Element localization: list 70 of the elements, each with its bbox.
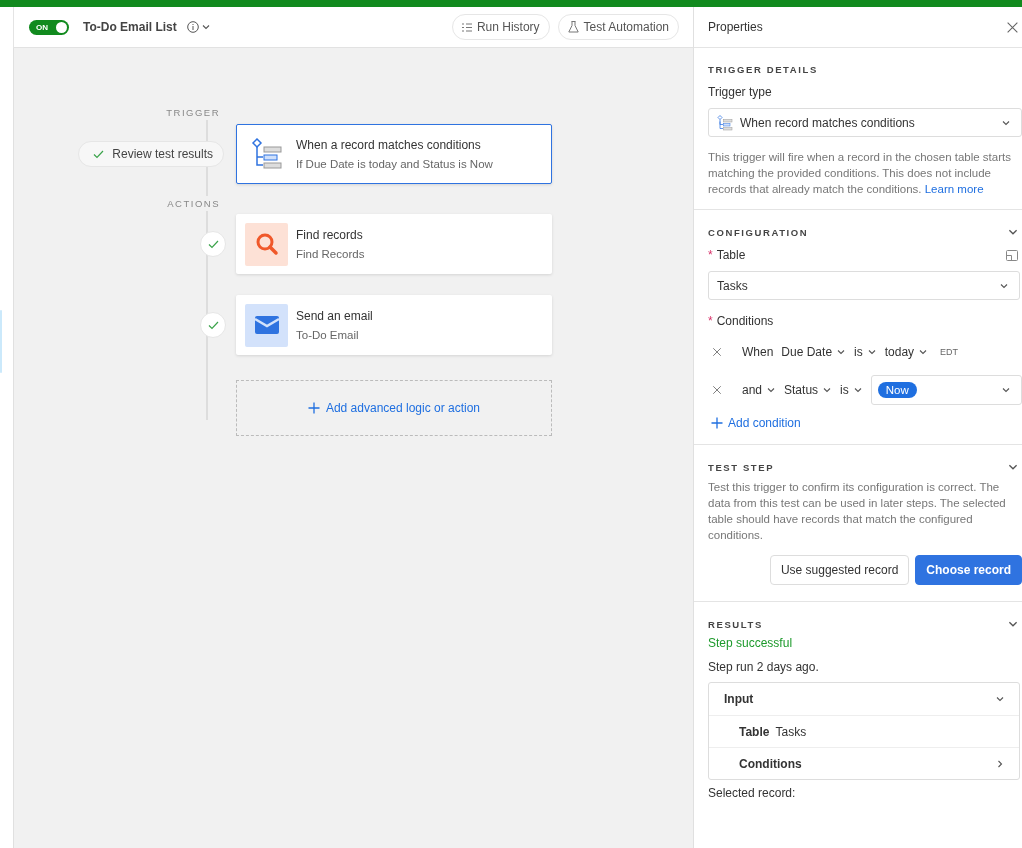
check-icon (207, 239, 219, 249)
envelope-icon (253, 315, 280, 335)
step-title: When a record matches conditions (296, 138, 482, 152)
close-button[interactable] (1006, 20, 1019, 34)
step-subtitle: To-Do Email (296, 329, 360, 341)
remove-condition-button[interactable] (712, 346, 722, 357)
step-title: Find records (296, 228, 364, 242)
step-subtitle: If Due Date is today and Status is Now (296, 158, 493, 170)
flask-icon (567, 21, 579, 33)
step-subtitle: Find Records (296, 248, 365, 260)
step-card[interactable]: Send an email To-Do Email (236, 295, 552, 355)
record-button[interactable]: Choose record (915, 555, 1022, 585)
trigger-icon (250, 138, 283, 170)
add-condition-button[interactable]: Add condition (711, 416, 801, 430)
list-icon (461, 22, 472, 32)
step-card[interactable]: When a record matches conditions If Due Date is today and Status is Now (236, 124, 552, 184)
info-icon (186, 21, 199, 33)
header-button[interactable]: Run History (451, 14, 550, 40)
section-heading: RESULTS (708, 618, 763, 630)
condition-dropdown[interactable]: and (742, 382, 777, 397)
section-heading: TRIGGER DETAILS (708, 64, 818, 75)
on-toggle[interactable]: ON (29, 19, 69, 35)
search-icon (254, 232, 279, 256)
step-status-text: Step successful (708, 636, 794, 650)
table-select[interactable]: Tasks (708, 271, 1020, 300)
step-card[interactable]: Find records Find Records (236, 214, 552, 274)
expand-icon[interactable] (1006, 249, 1018, 261)
step-title: Send an email (296, 309, 373, 323)
field-label: Table (716, 248, 746, 262)
trigger-icon (717, 114, 733, 131)
timezone-label: EDT (940, 346, 959, 357)
condition-dropdown[interactable]: is (840, 382, 863, 397)
record-button[interactable]: Use suggested record (769, 555, 910, 585)
learn-more-link[interactable]: Learn more (924, 183, 984, 195)
required-mark: * (708, 248, 713, 262)
field-label: Trigger type (708, 85, 772, 99)
section-heading: CONFIGURATION (708, 226, 809, 238)
automation-title: To-Do Email List (83, 20, 177, 34)
condition-word: When (742, 344, 774, 359)
selected-record-label: Selected record: (707, 786, 797, 800)
review-results-badge[interactable]: Review test results (78, 141, 224, 167)
add-logic-button[interactable]: Add advanced logic or action (236, 380, 552, 436)
panel-title: Properties (708, 20, 763, 34)
header-button[interactable]: Test Automation (557, 14, 679, 40)
chevron-down-icon (995, 694, 1005, 704)
condition-dropdown[interactable]: Status (784, 382, 833, 397)
chevron-right-icon (995, 758, 1005, 769)
plus-icon (711, 417, 723, 429)
sidebar-marker (0, 310, 2, 373)
input-row: Table Tasks (709, 715, 1019, 747)
condition-dropdown[interactable]: today (884, 344, 929, 359)
condition-dropdown[interactable]: Due Date (781, 344, 847, 359)
section-heading: TEST STEP (708, 461, 775, 473)
trigger-type-select[interactable]: When record matches conditions (708, 108, 1022, 137)
input-row[interactable]: Conditions (709, 747, 1019, 779)
test-description: Test this trigger to confirm its configuration is correct. The data from this test can be used in later steps. The selected table should have records that match the configured conditions. (708, 480, 1007, 543)
plus-icon (307, 402, 320, 414)
run-time-text: Step run 2 days ago. (708, 660, 820, 674)
input-header[interactable]: Input (709, 683, 1019, 715)
check-icon (93, 149, 105, 159)
chevron-down-icon (200, 22, 211, 32)
section-label: ACTIONS (167, 196, 220, 211)
condition-dropdown[interactable]: is (854, 344, 877, 359)
field-label: Conditions (716, 314, 774, 328)
check-icon (207, 320, 219, 330)
status-chip: Now (877, 381, 917, 398)
trigger-description: This trigger will fire when a record in the chosen table starts matching the provided conditions. This does not include records that already match the conditions. Learn more (708, 150, 1012, 197)
remove-condition-button[interactable] (712, 384, 722, 395)
required-mark: * (708, 314, 713, 328)
status-select[interactable]: Now (870, 374, 1022, 405)
